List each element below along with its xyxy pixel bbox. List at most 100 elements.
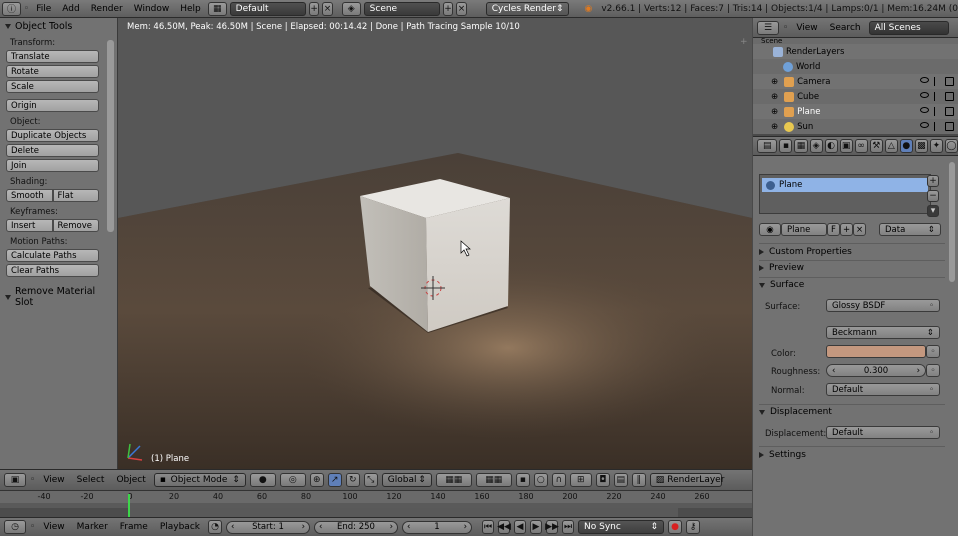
outliner-item-camera[interactable]: ⊕ Camera xyxy=(753,74,958,89)
frame-ruler[interactable]: -40 -20 0 20 40 60 80 100 120 140 160 18… xyxy=(0,491,752,503)
timeline[interactable]: -40 -20 0 20 40 60 80 100 120 140 160 18… xyxy=(0,490,752,518)
editor-type-button[interactable]: ⓘ xyxy=(2,1,21,16)
displacement-panel[interactable]: Displacement xyxy=(759,407,945,417)
collapse-icon[interactable]: ◦ xyxy=(24,4,29,14)
roughness-slider[interactable]: ‹ 0.300 › xyxy=(826,364,926,377)
menu-frame[interactable]: Frame xyxy=(116,522,152,532)
slot-specials-dropdown[interactable]: ▾ xyxy=(927,205,939,217)
delete-scene-icon[interactable]: × xyxy=(456,1,467,16)
visibility-eye-icon[interactable] xyxy=(920,77,929,83)
object-tools-panel-header[interactable]: Object Tools xyxy=(0,18,117,35)
keying-set-button[interactable]: ⚷ xyxy=(686,520,700,534)
pivot-button[interactable]: ◎ xyxy=(279,473,306,487)
remove-material-slot-panel[interactable]: Remove Material Slot xyxy=(0,283,117,311)
physics-tab[interactable]: ◯ xyxy=(944,139,958,153)
sync-mode-dropdown[interactable]: No Sync ⇕ xyxy=(578,520,664,534)
3d-viewport[interactable]: + Mem: 46.50M, Peak: 46.50M | Scene | El… xyxy=(118,18,752,469)
outliner-item-world[interactable]: World xyxy=(753,59,958,74)
shading-mode-button[interactable]: ● xyxy=(249,473,276,487)
preview-range-toggle[interactable]: ◔ xyxy=(208,520,222,534)
origin-button[interactable]: Origin xyxy=(6,99,99,112)
expand-icon[interactable]: ⊕ xyxy=(771,77,778,87)
scene-selector[interactable]: ◈ xyxy=(341,1,361,16)
join-button[interactable]: Join xyxy=(6,159,99,172)
material-tab[interactable]: ● xyxy=(899,139,913,153)
render-layers-tab[interactable]: ▦ xyxy=(794,139,808,153)
preview-panel[interactable]: Preview xyxy=(759,263,945,273)
calculate-paths-button[interactable]: Calculate Paths xyxy=(6,249,99,262)
color-swatch[interactable] xyxy=(826,345,926,358)
delete-button[interactable]: Delete xyxy=(6,144,99,157)
layers-grid-1[interactable]: ▦▦ xyxy=(435,473,472,487)
manipulator-toggle[interactable]: ⊕ xyxy=(309,473,324,487)
menu-view[interactable]: View xyxy=(792,23,821,33)
texture-tab[interactable]: ▩ xyxy=(914,139,928,153)
visibility-eye-icon[interactable] xyxy=(920,107,929,113)
select-cursor-icon[interactable] xyxy=(934,107,940,116)
outliner-item-renderlayers[interactable]: RenderLayers xyxy=(753,44,958,59)
outliner-editor-type-button[interactable]: ☰ xyxy=(757,20,779,35)
select-cursor-icon[interactable] xyxy=(934,122,940,131)
outliner-item-sun[interactable]: ⊕ Sun xyxy=(753,119,958,134)
menu-file[interactable]: File xyxy=(32,4,55,14)
scale-button[interactable]: Scale xyxy=(6,80,99,93)
scale-manipulator[interactable]: ⤡ xyxy=(363,473,378,487)
menu-view[interactable]: View xyxy=(39,522,68,532)
mode-dropdown[interactable]: ▪ Object Mode ⇕ xyxy=(153,473,246,487)
world-tab[interactable]: ◐ xyxy=(824,139,838,153)
insert-keyframe-button[interactable]: Insert xyxy=(6,219,53,232)
play-reverse-button[interactable]: ◀ xyxy=(514,520,526,534)
translate-manipulator[interactable]: ↗ xyxy=(327,473,342,487)
outliner-filter-dropdown[interactable]: All Scenes xyxy=(868,20,949,35)
browse-material-button[interactable]: ◉ xyxy=(759,223,781,236)
menu-help[interactable]: Help xyxy=(176,4,205,14)
expand-icon[interactable]: ⊕ xyxy=(771,92,778,102)
render-camera-icon[interactable] xyxy=(945,107,954,116)
particles-tab[interactable]: ✦ xyxy=(929,139,943,153)
menu-add[interactable]: Add xyxy=(58,4,83,14)
start-frame-field[interactable]: ‹ Start: 1 › xyxy=(226,520,310,534)
normal-dropdown[interactable]: Default ◦ xyxy=(826,383,940,396)
smooth-button[interactable]: Smooth xyxy=(6,189,53,202)
render-camera-icon[interactable] xyxy=(945,122,954,131)
expand-icon[interactable]: ⊕ xyxy=(771,107,778,117)
outliner-item-plane[interactable]: ⊕ Plane xyxy=(753,104,958,119)
surface-shader-dropdown[interactable]: Glossy BSDF ◦ xyxy=(826,299,940,312)
fake-user-button[interactable]: F xyxy=(827,223,840,236)
collapse-icon[interactable]: ◦ xyxy=(783,23,788,33)
layout-field[interactable]: Default xyxy=(229,1,306,16)
end-frame-field[interactable]: ‹ End: 250 › xyxy=(314,520,398,534)
link-dropdown[interactable]: Data ⇕ xyxy=(879,223,941,236)
rotate-button[interactable]: Rotate xyxy=(6,65,99,78)
collapse-icon[interactable]: ◦ xyxy=(30,475,35,485)
constraints-tab[interactable]: ∞ xyxy=(854,139,868,153)
menu-playback[interactable]: Playback xyxy=(156,522,204,532)
properties-scrollbar[interactable] xyxy=(949,162,955,282)
visibility-eye-icon[interactable] xyxy=(920,122,929,128)
outliner-item-cube[interactable]: ⊕ Cube xyxy=(753,89,958,104)
properties-editor-type-button[interactable]: ▤ xyxy=(757,139,778,153)
orientation-dropdown[interactable]: Global ⇕ xyxy=(381,473,432,487)
object-tab[interactable]: ▣ xyxy=(839,139,853,153)
scene-tab[interactable]: ◈ xyxy=(809,139,823,153)
render-camera-icon[interactable] xyxy=(945,77,954,86)
pause-button[interactable]: ‖ xyxy=(631,473,646,487)
layers-grid-2[interactable]: ▦▦ xyxy=(475,473,512,487)
delete-layout-icon[interactable]: × xyxy=(322,1,333,16)
menu-search[interactable]: Search xyxy=(826,23,865,33)
opengl-render-button[interactable]: ◘ xyxy=(595,473,610,487)
add-slot-button[interactable]: + xyxy=(927,175,939,187)
jump-start-button[interactable]: ⏮ xyxy=(482,520,494,534)
menu-object[interactable]: Object xyxy=(112,475,149,485)
surface-panel[interactable]: Surface xyxy=(759,280,945,290)
current-frame-cursor[interactable] xyxy=(128,494,130,518)
select-cursor-icon[interactable] xyxy=(934,92,940,101)
scene-field[interactable]: Scene xyxy=(363,1,440,16)
material-name-field[interactable]: Plane xyxy=(781,223,827,236)
current-frame-field[interactable]: ‹ 1 › xyxy=(402,520,472,534)
menu-view[interactable]: View xyxy=(39,475,68,485)
distribution-dropdown[interactable]: Beckmann ⇕ xyxy=(826,326,940,339)
settings-panel[interactable]: Settings xyxy=(759,450,945,460)
record-button[interactable]: ● xyxy=(668,520,682,534)
remove-keyframe-button[interactable]: Remove xyxy=(52,219,99,232)
